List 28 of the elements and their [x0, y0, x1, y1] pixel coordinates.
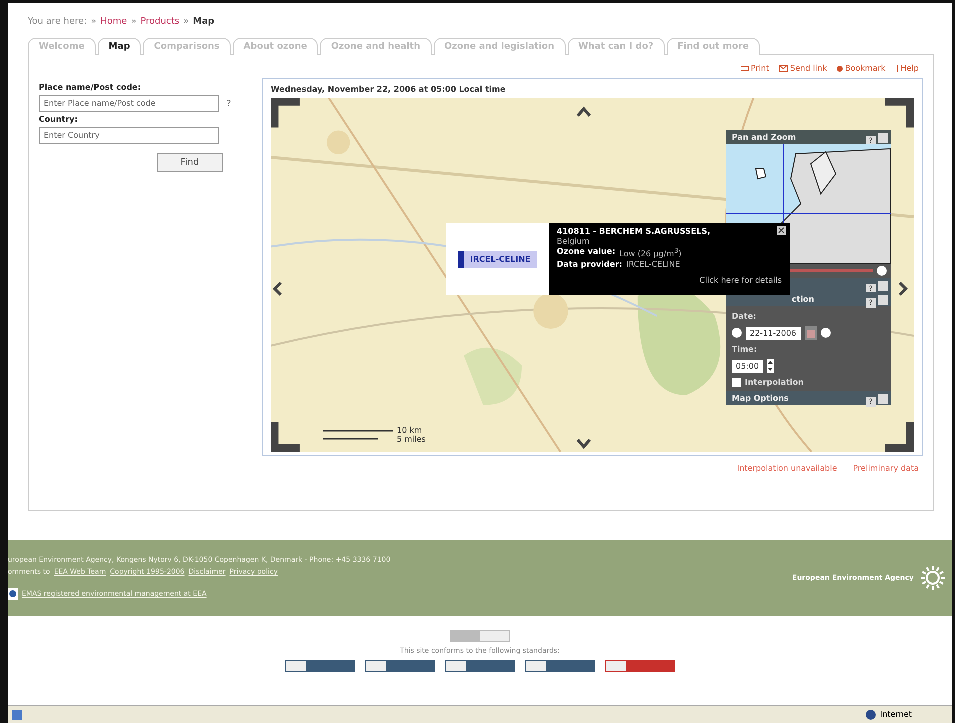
- map-note: Preliminary data: [853, 464, 919, 473]
- find-button[interactable]: Find: [157, 153, 223, 172]
- tool-link[interactable]: Send link: [779, 63, 828, 74]
- breadcrumb-link[interactable]: Products: [140, 17, 180, 33]
- breadcrumb-link[interactable]: Home: [100, 17, 128, 33]
- tab[interactable]: Map: [98, 38, 142, 55]
- breadcrumb-separator: »: [91, 17, 97, 29]
- breadcrumb-separator: »: [184, 17, 190, 29]
- sun-logo-icon: [920, 565, 946, 591]
- place-input[interactable]: Enter Place name/Post code: [39, 95, 219, 112]
- date-line: Wednesday, November 22, 2006 at 05:00 Local time: [271, 84, 507, 96]
- field-label: Country:: [39, 115, 79, 124]
- tool-link[interactable]: Print: [740, 63, 770, 74]
- field-label: Place name/Post code:: [39, 83, 142, 92]
- powered-badge-icon: [450, 630, 510, 642]
- page-icon: [12, 710, 22, 720]
- tool-link[interactable]: Bookmark: [837, 63, 886, 74]
- envelope-icon: [779, 65, 788, 72]
- zone-text: Internet: [880, 710, 912, 719]
- breadcrumb-separator: »: [131, 17, 137, 29]
- map-note: Interpolation unavailable: [737, 464, 838, 473]
- help-link[interactable]: ?: [227, 99, 232, 108]
- globe-icon: [866, 710, 876, 720]
- breadcrumb-label: You are here:: [28, 17, 88, 29]
- country-input[interactable]: Enter Country: [39, 127, 219, 144]
- tool-link[interactable]: Help: [896, 63, 919, 74]
- dot-icon: [837, 66, 844, 72]
- emas-icon: [8, 588, 18, 600]
